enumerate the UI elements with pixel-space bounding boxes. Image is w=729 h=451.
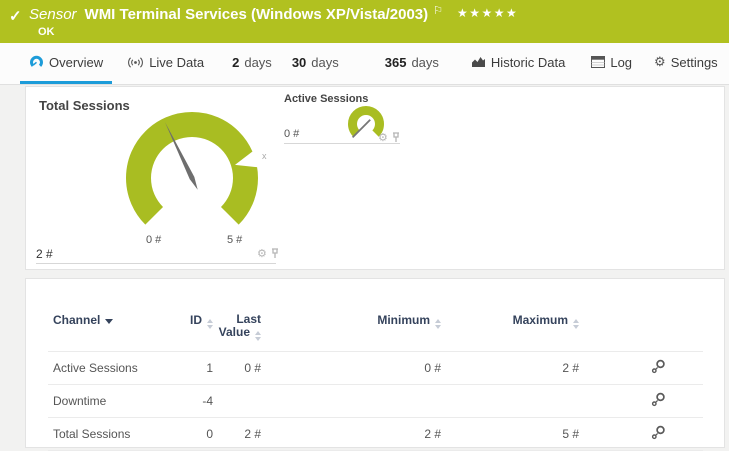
- sensor-header-bar: ✓ Sensor WMI Terminal Services (Windows …: [0, 0, 729, 43]
- table-row-active-sessions[interactable]: Active Sessions 1 0 # 0 # 2 #: [48, 352, 703, 385]
- channel-minimum-cell: [261, 385, 441, 418]
- channel-id-cell: 0: [168, 418, 213, 451]
- channel-last-value-cell: 2 #: [213, 418, 261, 451]
- tab-365-days[interactable]: 365 days: [376, 43, 448, 84]
- channel-minimum-cell: 2 #: [261, 418, 441, 451]
- tab-settings-label: Settings: [671, 55, 718, 70]
- channel-name-cell: Total Sessions: [48, 418, 168, 451]
- channel-settings-icon[interactable]: [651, 359, 666, 374]
- active-sessions-value: 0 #: [284, 128, 299, 140]
- widget-gear-icon[interactable]: ⚙: [257, 247, 267, 260]
- tab-log[interactable]: Log: [582, 43, 641, 84]
- column-header-maximum-label: Maximum: [513, 313, 568, 327]
- active-sessions-divider: [284, 143, 400, 144]
- channel-actions-cell: [579, 352, 703, 385]
- sort-icon: [207, 319, 213, 329]
- tab-2-days[interactable]: 2 days: [223, 43, 281, 84]
- tab-bar: Overview Live Data 2 days 30 days 365 da…: [0, 43, 729, 85]
- sensor-status-badge: OK: [38, 26, 55, 38]
- sensor-title-row: Sensor WMI Terminal Services (Windows XP…: [29, 6, 518, 23]
- tab-live-data[interactable]: Live Data: [118, 43, 213, 84]
- column-header-last-value[interactable]: Last Value: [213, 299, 261, 352]
- channel-settings-icon[interactable]: [651, 392, 666, 407]
- tab-30-days-number: 30: [292, 55, 306, 70]
- tab-30-days[interactable]: 30 days: [283, 43, 348, 84]
- widget-pin-icon[interactable]: [271, 248, 279, 259]
- column-header-actions: [579, 299, 703, 352]
- sort-icon: [435, 319, 441, 329]
- channel-table: Channel ID Last Value Minimum Maximum: [48, 299, 703, 451]
- table-row-downtime[interactable]: Downtime -4: [48, 385, 703, 418]
- channel-maximum-cell: 2 #: [441, 352, 579, 385]
- tab-historic-data[interactable]: Historic Data: [462, 43, 574, 84]
- total-sessions-value: 2 #: [36, 247, 53, 261]
- channel-name-cell: Downtime: [48, 385, 168, 418]
- tab-2-days-number: 2: [232, 55, 239, 70]
- total-sessions-scale-max: 5 #: [227, 234, 242, 246]
- chart-icon: [471, 56, 486, 68]
- column-header-value-label: Value: [219, 325, 250, 339]
- flag-icon[interactable]: ⚐: [433, 4, 443, 17]
- tab-30-days-label: days: [311, 55, 338, 70]
- column-header-minimum[interactable]: Minimum: [261, 299, 441, 352]
- channel-maximum-cell: [441, 385, 579, 418]
- column-header-channel[interactable]: Channel: [48, 299, 168, 352]
- tab-365-days-label: days: [411, 55, 438, 70]
- tab-overview-label: Overview: [49, 55, 103, 70]
- column-header-id[interactable]: ID: [168, 299, 213, 352]
- total-sessions-scale-min: 0 #: [146, 234, 161, 246]
- channel-actions-cell: [579, 385, 703, 418]
- channel-id-cell: 1: [168, 352, 213, 385]
- object-kind-label: Sensor: [29, 6, 77, 23]
- log-icon: [591, 56, 605, 68]
- channel-id-cell: -4: [168, 385, 213, 418]
- tab-2-days-label: days: [244, 55, 271, 70]
- channel-settings-icon[interactable]: [651, 425, 666, 440]
- total-sessions-divider: [36, 263, 276, 264]
- tab-settings[interactable]: ⚙ Settings: [645, 43, 727, 84]
- sort-icon: [573, 319, 579, 329]
- tab-log-label: Log: [610, 55, 632, 70]
- sensor-title: WMI Terminal Services (Windows XP/Vista/…: [85, 6, 429, 23]
- channel-last-value-cell: [213, 385, 261, 418]
- widget-pin-icon[interactable]: [392, 132, 400, 143]
- sort-icon: [255, 331, 261, 341]
- channel-table-panel: Channel ID Last Value Minimum Maximum: [25, 278, 725, 448]
- overview-gauges-panel: Total Sessions x 0 # 5 # 2 # ⚙ Active Se…: [25, 86, 725, 270]
- channel-maximum-cell: 5 #: [441, 418, 579, 451]
- column-header-maximum[interactable]: Maximum: [441, 299, 579, 352]
- tab-live-data-label: Live Data: [149, 55, 204, 70]
- column-header-id-label: ID: [190, 313, 202, 327]
- live-data-icon: [127, 56, 144, 69]
- channel-minimum-cell: 0 #: [261, 352, 441, 385]
- tab-overview[interactable]: Overview: [20, 43, 112, 84]
- channel-actions-cell: [579, 418, 703, 451]
- status-check-icon: ✓: [9, 7, 22, 25]
- total-sessions-gauge: [112, 102, 272, 228]
- column-header-channel-label: Channel: [53, 313, 100, 327]
- gear-icon: ⚙: [654, 54, 666, 70]
- total-sessions-widget-tools: ⚙: [257, 247, 279, 260]
- tab-365-days-number: 365: [385, 55, 407, 70]
- gauge-axis-marker: x: [262, 151, 267, 161]
- tab-historic-data-label: Historic Data: [491, 55, 565, 70]
- table-row-total-sessions[interactable]: Total Sessions 0 2 # 2 # 5 #: [48, 418, 703, 451]
- gauge-icon: [29, 55, 44, 69]
- table-header-row: Channel ID Last Value Minimum Maximum: [48, 299, 703, 352]
- column-header-minimum-label: Minimum: [377, 313, 430, 327]
- column-header-last-label: Last: [236, 312, 261, 326]
- priority-stars[interactable]: ★★★★★: [457, 6, 518, 20]
- sort-descending-icon: [105, 319, 113, 324]
- channel-name-cell: Active Sessions: [48, 352, 168, 385]
- channel-last-value-cell: 0 #: [213, 352, 261, 385]
